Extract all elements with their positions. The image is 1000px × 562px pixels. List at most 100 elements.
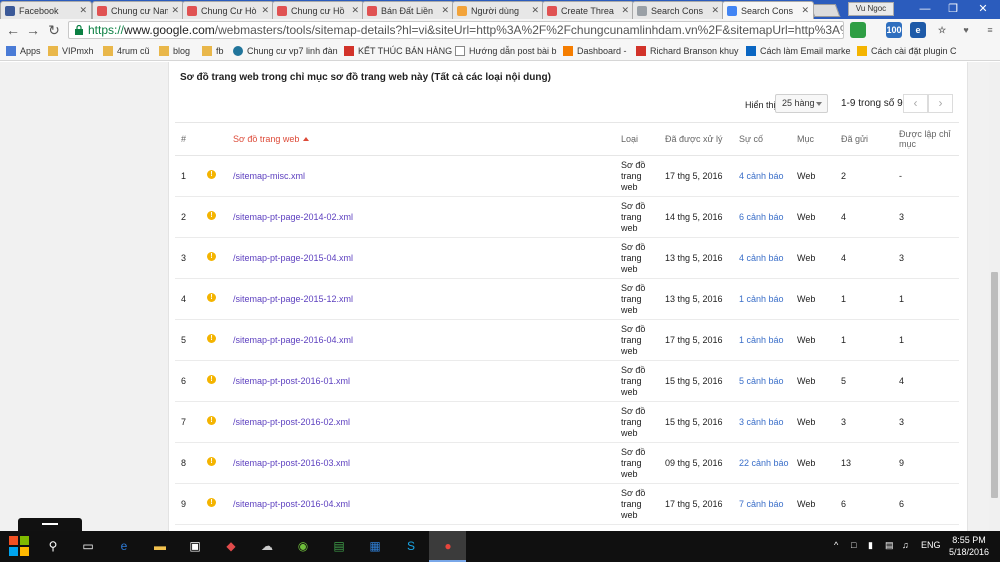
extension-heart-icon[interactable]: ♥ xyxy=(958,22,974,38)
volume-icon[interactable]: ♫ xyxy=(902,540,909,550)
file-explorer-icon[interactable]: ▬ xyxy=(149,535,171,557)
bookmark-item[interactable]: Richard Branson khuy xyxy=(636,44,743,58)
browser-tab[interactable]: Chung cư Nam ✕ xyxy=(92,1,184,19)
column-header-processed[interactable]: Đã được xử lý xyxy=(659,122,733,156)
row-issues-link[interactable]: 7 cảnh báo xyxy=(739,499,784,509)
bookmark-item[interactable]: Dashboard - xyxy=(563,44,633,58)
extension-e-icon[interactable]: e xyxy=(910,22,926,38)
row-issues-link[interactable]: 6 cảnh báo xyxy=(739,212,784,222)
tray-app-icon[interactable]: □ xyxy=(851,540,856,550)
bookmark-item[interactable]: Apps xyxy=(6,44,46,58)
extension-counter-icon[interactable]: 100 xyxy=(886,22,902,38)
close-window-button[interactable]: ✕ xyxy=(968,0,998,19)
previous-page-button[interactable]: ‹ xyxy=(903,94,928,113)
browser-tab[interactable]: Chung Cư Hò ✕ xyxy=(182,1,274,19)
sitemap-link[interactable]: /sitemap-misc.xml xyxy=(233,171,305,181)
row-issues-link[interactable]: 5 cảnh báo xyxy=(739,376,784,386)
table-cell: 7 xyxy=(175,401,201,443)
forward-button[interactable]: → xyxy=(24,21,42,39)
tab-close-icon[interactable]: ✕ xyxy=(801,5,809,16)
app-icon-1[interactable]: ◆ xyxy=(220,535,242,557)
bookmark-item[interactable]: VIPmxh xyxy=(48,44,100,58)
sitemap-link[interactable]: /sitemap-pt-page-2015-04.xml xyxy=(233,253,353,263)
task-view-icon[interactable]: ▭ xyxy=(77,535,99,557)
tab-close-icon[interactable]: ✕ xyxy=(351,5,359,16)
scrollbar-thumb[interactable] xyxy=(991,272,998,498)
row-indexed: 6 xyxy=(899,498,905,509)
extension-leaf-icon[interactable] xyxy=(850,22,866,38)
tab-close-icon[interactable]: ✕ xyxy=(531,5,539,16)
show-hidden-icons[interactable]: ^ xyxy=(834,540,838,550)
search-icon[interactable]: ⚲ xyxy=(42,535,64,557)
row-issues-link[interactable]: 22 cảnh báo xyxy=(739,458,789,468)
browser-tab[interactable]: Search Cons ✕ xyxy=(632,1,724,19)
browser-tab[interactable]: Bán Đất Liền ✕ xyxy=(362,1,454,19)
bookmark-item[interactable]: Chung cư vp7 linh đàn xyxy=(233,44,341,58)
battery-icon[interactable]: ▮ xyxy=(868,540,873,551)
sitemap-link[interactable]: /sitemap-pt-post-2016-02.xml xyxy=(233,417,350,427)
row-issues-link[interactable]: 4 cảnh báo xyxy=(739,253,784,263)
tab-close-icon[interactable]: ✕ xyxy=(261,5,269,16)
bookmark-item[interactable]: Cách cài đặt plugin C xyxy=(857,44,967,58)
new-tab-button[interactable] xyxy=(809,4,841,17)
row-issues-link[interactable]: 3 cảnh báo xyxy=(739,417,784,427)
column-header-items[interactable]: Mục xyxy=(791,122,835,156)
chrome-menu-icon[interactable]: ≡ xyxy=(982,22,998,38)
next-page-button[interactable]: › xyxy=(928,94,953,113)
row-issues-link[interactable]: 1 cảnh báo xyxy=(739,335,784,345)
column-header-issues[interactable]: Sự cố xyxy=(733,122,791,156)
row-issues-link[interactable]: 4 cảnh báo xyxy=(739,171,784,181)
browser-tab[interactable]: Search Cons ✕ xyxy=(722,1,814,19)
app-icon-4[interactable]: ▤ xyxy=(328,535,350,557)
column-header-submitted[interactable]: Đã gửi xyxy=(835,122,893,156)
bookmark-item[interactable]: 4rum cũ xyxy=(103,44,155,58)
table-cell: 13 thg 5, 2016 xyxy=(659,278,733,320)
rows-per-page-select[interactable]: 25 hàng xyxy=(775,94,828,113)
browser-tab[interactable]: Create Threa ✕ xyxy=(542,1,634,19)
input-language[interactable]: ENG xyxy=(921,540,941,550)
vertical-scrollbar[interactable] xyxy=(989,62,1000,531)
bookmark-favicon-icon xyxy=(344,46,354,56)
address-bar[interactable]: https://www.google.com/webmasters/tools/… xyxy=(68,21,844,39)
bookmark-item[interactable]: Hướng dẫn post bài b xyxy=(455,44,560,58)
row-issues-link[interactable]: 1 cảnh báo xyxy=(739,294,784,304)
sitemap-link[interactable]: /sitemap-pt-page-2015-12.xml xyxy=(233,294,353,304)
sitemap-link[interactable]: /sitemap-pt-post-2016-01.xml xyxy=(233,376,350,386)
profile-button[interactable]: Vu Ngoc xyxy=(848,2,894,16)
browser-tab[interactable]: Chung cư Hồ ✕ xyxy=(272,1,364,19)
column-header-type[interactable]: Loại xyxy=(615,122,659,156)
bookmark-item[interactable]: blog xyxy=(159,44,199,58)
browser-tab[interactable]: Người dùng ✕ xyxy=(452,1,544,19)
app-icon-5[interactable]: ▦ xyxy=(364,535,386,557)
app-icon-2[interactable]: ☁ xyxy=(256,535,278,557)
system-clock[interactable]: 8:55 PM 5/18/2016 xyxy=(944,534,994,558)
column-header-sitemap[interactable]: Sơ đồ trang web xyxy=(227,122,615,156)
sitemap-link[interactable]: /sitemap-pt-post-2016-03.xml xyxy=(233,458,350,468)
back-button[interactable]: ← xyxy=(4,21,22,39)
tab-close-icon[interactable]: ✕ xyxy=(171,5,179,16)
warning-icon xyxy=(207,374,216,385)
extension-star-icon[interactable]: ☆ xyxy=(934,22,950,38)
tab-close-icon[interactable]: ✕ xyxy=(621,5,629,16)
minimize-button[interactable]: — xyxy=(910,0,940,19)
sitemap-link[interactable]: /sitemap-pt-post-2016-04.xml xyxy=(233,499,350,509)
tab-close-icon[interactable]: ✕ xyxy=(711,5,719,16)
bookmark-item[interactable]: fb xyxy=(202,44,230,58)
tab-close-icon[interactable]: ✕ xyxy=(441,5,449,16)
app-icon-3[interactable]: ◉ xyxy=(292,535,314,557)
maximize-button[interactable]: ❐ xyxy=(938,0,968,19)
column-header-indexed[interactable]: Được lập chỉ mục xyxy=(893,122,959,156)
sitemap-link[interactable]: /sitemap-pt-page-2016-04.xml xyxy=(233,335,353,345)
network-icon[interactable]: ▤ xyxy=(885,540,894,551)
sitemap-link[interactable]: /sitemap-pt-page-2014-02.xml xyxy=(233,212,353,222)
bookmark-item[interactable]: Cách làm Email marke xyxy=(746,44,854,58)
windows-start-icon[interactable] xyxy=(8,535,30,557)
edge-icon[interactable]: e xyxy=(113,535,135,557)
chrome-icon[interactable]: ● xyxy=(437,535,459,557)
reload-button[interactable]: ↻ xyxy=(45,21,63,39)
tab-close-icon[interactable]: ✕ xyxy=(79,5,87,16)
skype-icon[interactable]: S xyxy=(400,535,422,557)
store-icon[interactable]: ▣ xyxy=(184,535,206,557)
browser-tab[interactable]: Facebook ✕ xyxy=(0,1,92,19)
bookmark-item[interactable]: KẾT THÚC BÁN HÀNG xyxy=(344,44,452,58)
